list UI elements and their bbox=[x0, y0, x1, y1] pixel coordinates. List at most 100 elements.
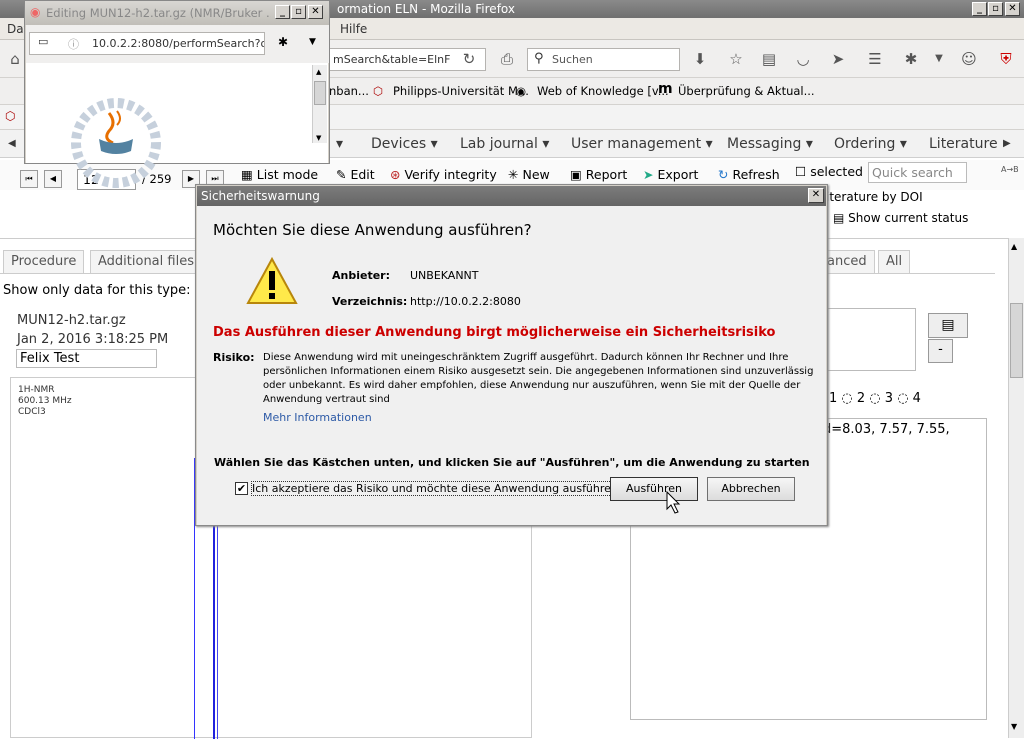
nav-devices[interactable]: Devices ▾ bbox=[371, 136, 438, 152]
export-button[interactable]: ➤ Export bbox=[643, 167, 698, 182]
scroll-down-icon: ▼ bbox=[1011, 722, 1018, 731]
nav-lab-journal[interactable]: Lab journal ▾ bbox=[460, 136, 549, 152]
maximize-button[interactable]: ▫ bbox=[988, 2, 1003, 16]
popup-title-bar: ◉ Editing MUN12-h2.tar.gz (NMR/Bruker ..… bbox=[25, 1, 329, 25]
nav-user-management[interactable]: User management ▾ bbox=[571, 136, 713, 152]
risk-text: Diese Anwendung wird mit uneingeschränkt… bbox=[263, 352, 814, 405]
info-icon: ⓘ bbox=[68, 38, 79, 51]
first-record-button[interactable]: ⏮ bbox=[20, 170, 38, 188]
browser-title: ormation ELN - Mozilla Firefox bbox=[337, 2, 515, 16]
tab-procedure[interactable]: Procedure bbox=[3, 250, 85, 273]
publisher-value: UNBEKANNT bbox=[410, 269, 479, 282]
tab-icon[interactable]: ⬡ bbox=[5, 109, 15, 123]
spectrum-solvent: CDCl3 bbox=[18, 407, 46, 417]
copy-icon[interactable]: ▤ bbox=[928, 313, 968, 338]
risk-warning: Das Ausführen dieser Anwendung birgt mög… bbox=[213, 325, 776, 340]
edit-button[interactable]: ✎ Edit bbox=[336, 167, 375, 182]
nav-scroll-right-icon[interactable]: ▶ bbox=[1003, 138, 1011, 149]
nav-messaging[interactable]: Messaging ▾ bbox=[727, 136, 813, 152]
verify-integrity-button[interactable]: ⊛ Verify integrity bbox=[390, 167, 497, 182]
instruction-text: Wählen Sie das Kästchen unten, und klick… bbox=[214, 456, 810, 469]
spectrum-type: 1H-NMR bbox=[18, 385, 55, 395]
home-icon[interactable]: ⌂ bbox=[5, 50, 25, 68]
publisher-label: Anbieter: bbox=[332, 269, 390, 282]
text-area-upper[interactable] bbox=[826, 308, 916, 371]
scroll-up-icon: ▲ bbox=[1011, 242, 1018, 251]
nav-ordering[interactable]: Ordering ▾ bbox=[834, 136, 907, 152]
menu-help[interactable]: Hilfe bbox=[340, 22, 367, 36]
selected-checkbox[interactable]: ☐ selected bbox=[795, 164, 863, 179]
popup-title: Editing MUN12-h2.tar.gz (NMR/Bruker ... bbox=[46, 6, 271, 20]
spectrum-peak bbox=[217, 526, 218, 739]
tab-all[interactable]: All bbox=[878, 250, 911, 273]
new-button[interactable]: ✳ New bbox=[508, 167, 550, 182]
popup-chevron-icon[interactable]: ▼ bbox=[309, 37, 316, 47]
download-icon[interactable]: ⬇ bbox=[690, 50, 710, 68]
accept-label[interactable]: Ich akzeptiere das Risiko und möchte die… bbox=[250, 481, 623, 496]
reload-icon[interactable]: ↻ bbox=[459, 50, 479, 68]
cancel-button[interactable]: Abbrechen bbox=[707, 477, 795, 501]
quick-search-input[interactable]: Quick search bbox=[868, 162, 967, 183]
java-logo-icon bbox=[71, 98, 161, 188]
dialog-heading: Möchten Sie diese Anwendung ausführen? bbox=[213, 221, 532, 239]
smiley-icon[interactable]: ☺ bbox=[959, 50, 979, 68]
record-user: Felix Test bbox=[16, 349, 157, 368]
popup-toolbar: ▭ ⓘ 10.0.2.2:8080/performSearch?op1= ✱ ▼ bbox=[26, 25, 329, 63]
minus-button[interactable]: - bbox=[928, 339, 953, 363]
page-scrollbar[interactable]: ▲ ▼ bbox=[1008, 238, 1024, 738]
bookmark-2[interactable]: Philipps-Universität M... bbox=[393, 84, 529, 98]
risk-label: Risiko: bbox=[213, 351, 255, 364]
tab-additional-files[interactable]: Additional files bbox=[90, 250, 202, 273]
popup-scrollbar[interactable]: ▲ ▼ bbox=[312, 65, 327, 143]
list-icon: ▦ bbox=[241, 167, 253, 182]
pocket-icon[interactable]: ◡ bbox=[793, 50, 813, 68]
popup-extension-icon[interactable]: ✱ bbox=[278, 35, 288, 49]
report-button[interactable]: ▣ Report bbox=[570, 167, 627, 182]
verify-icon: ⊛ bbox=[390, 167, 401, 182]
popup-url-bar[interactable]: ▭ ⓘ 10.0.2.2:8080/performSearch?op1= bbox=[29, 32, 265, 55]
chevron-down-icon[interactable]: ▼ bbox=[929, 50, 949, 68]
dialog-title: Sicherheitswarnung bbox=[201, 189, 320, 203]
refresh-button[interactable]: ↻ Refresh bbox=[718, 167, 780, 182]
bookmark-star-icon[interactable]: ☆ bbox=[726, 50, 746, 68]
search-input[interactable]: ⚲ Suchen bbox=[527, 48, 680, 71]
sort-icon[interactable]: A→B bbox=[1001, 165, 1019, 174]
location-label: Verzeichnis: bbox=[332, 295, 408, 308]
accept-checkbox[interactable]: ✔ bbox=[235, 482, 248, 495]
popup-content: ▲ ▼ bbox=[26, 63, 328, 188]
close-button[interactable]: ✕ bbox=[1005, 2, 1020, 16]
radio-group[interactable]: 1 ◌ 2 ◌ 3 ◌ 4 bbox=[829, 391, 921, 406]
popup-minimize-button[interactable]: _ bbox=[275, 5, 290, 19]
prev-record-button[interactable]: ◀ bbox=[44, 170, 62, 188]
pdf-icon: ▣ bbox=[570, 167, 582, 182]
list-mode-button[interactable]: ▦ List mode bbox=[241, 167, 318, 182]
firefox-icon: ◉ bbox=[30, 5, 41, 19]
send-icon[interactable]: ➤ bbox=[828, 50, 848, 68]
more-info-link[interactable]: Mehr Informationen bbox=[263, 411, 372, 424]
warning-icon bbox=[246, 256, 298, 304]
export-icon: ➤ bbox=[643, 167, 654, 182]
tab-advanced[interactable]: anced bbox=[820, 250, 875, 273]
minimize-button[interactable]: _ bbox=[972, 2, 987, 16]
hamburger-menu-icon[interactable]: ☰ bbox=[865, 50, 885, 68]
bookmark-4[interactable]: Überprüfung & Aktual... bbox=[678, 84, 815, 98]
print-icon[interactable]: ⎙ bbox=[497, 50, 517, 68]
popup-maximize-button[interactable]: ▫ bbox=[291, 5, 306, 19]
popup-close-button[interactable]: ✕ bbox=[308, 5, 323, 19]
run-button[interactable]: Ausführen bbox=[610, 477, 698, 501]
show-status-button[interactable]: ▤ Show current status bbox=[833, 211, 968, 225]
bookmark-1[interactable]: nban... bbox=[329, 84, 369, 98]
record-date: Jan 2, 2016 3:18:25 PM bbox=[17, 332, 169, 347]
nav-literature[interactable]: Literature bbox=[929, 136, 998, 152]
extension-icon[interactable]: ✱ bbox=[901, 50, 921, 68]
dialog-title-bar: Sicherheitswarnung ✕ bbox=[197, 186, 826, 206]
bookmark-3[interactable]: Web of Knowledge [v... bbox=[537, 84, 669, 98]
search-icon: ⚲ bbox=[534, 51, 544, 66]
globe-icon: ◉ bbox=[516, 84, 527, 98]
dialog-close-button[interactable]: ✕ bbox=[808, 188, 824, 203]
literature-doi-button[interactable]: iterature by DOI bbox=[826, 190, 923, 204]
ublock-icon[interactable]: ⛨ bbox=[996, 50, 1016, 68]
clipboard-icon[interactable]: ▤ bbox=[759, 50, 779, 68]
status-icon: ▤ bbox=[833, 211, 845, 225]
nav-scroll-left-icon[interactable]: ◀ bbox=[8, 138, 16, 149]
